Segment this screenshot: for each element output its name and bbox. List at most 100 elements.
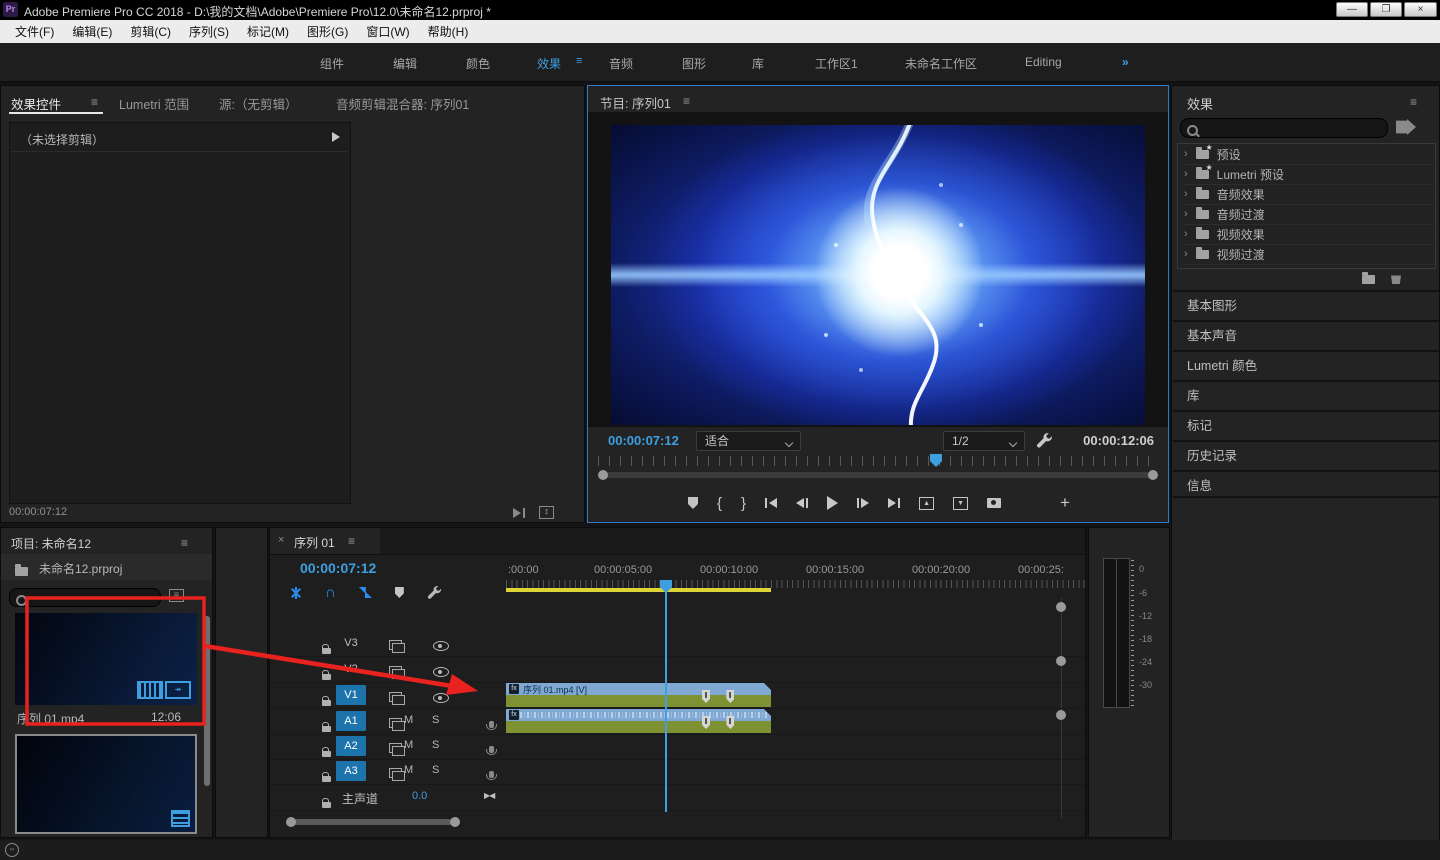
play-icon[interactable] (827, 496, 838, 510)
sync-lock-icon[interactable] (389, 718, 402, 728)
effect-controls-menu-icon[interactable]: ≡ (91, 95, 98, 109)
timeline-ruler[interactable]: :00:00 00:00:05:00 00:00:10:00 00:00:15:… (506, 558, 1085, 592)
track-label-a3[interactable]: A3 (336, 761, 366, 781)
menu-edit[interactable]: 编辑(E) (63, 23, 121, 40)
menu-graphics[interactable]: 图形(G) (298, 23, 357, 40)
monitor-scrollbar[interactable] (604, 472, 1152, 478)
mute-button[interactable]: M (404, 739, 413, 751)
menu-clip[interactable]: 剪辑(C) (121, 23, 180, 40)
project-scrollbar[interactable] (204, 616, 210, 786)
panel-history[interactable]: 历史记录 (1173, 440, 1439, 468)
menu-help[interactable]: 帮助(H) (419, 23, 478, 40)
maximize-button[interactable]: ❐ (1370, 2, 1402, 17)
workspace-tab-effects[interactable]: 效果 (537, 55, 561, 72)
effects-folder-audio-transitions[interactable]: ›音频过渡 (1184, 204, 1434, 225)
lock-icon[interactable] (322, 648, 331, 654)
track-label-a2[interactable]: A2 (336, 736, 366, 756)
mark-in-icon[interactable]: { (717, 495, 722, 512)
voiceover-mic-icon[interactable] (489, 771, 494, 778)
hscroll-left-knob[interactable] (286, 817, 296, 827)
work-area-bar[interactable] (506, 588, 771, 592)
sync-lock-icon[interactable] (389, 768, 402, 778)
lock-icon[interactable] (322, 751, 331, 757)
effects-folder-video-transitions[interactable]: ›视频过渡 (1184, 244, 1434, 265)
solo-button[interactable]: S (432, 764, 439, 776)
nest-toggle-icon[interactable] (290, 587, 302, 599)
solo-button[interactable]: S (432, 739, 439, 751)
menu-marker[interactable]: 标记(M) (238, 23, 298, 40)
timeline-tab[interactable]: × 序列 01 ≡ (270, 528, 380, 554)
mute-button[interactable]: M (404, 764, 413, 776)
mute-button[interactable]: M (404, 714, 413, 726)
lift-icon[interactable]: ▲ (919, 497, 934, 510)
menu-window[interactable]: 窗口(W) (357, 23, 418, 40)
solo-button[interactable]: S (432, 714, 439, 726)
track-label-v1[interactable]: V1 (336, 685, 366, 705)
marker-icon[interactable] (688, 497, 698, 509)
effects-folder-audio-effects[interactable]: ›音频效果 (1184, 184, 1434, 205)
timeline-vscroll-knob[interactable] (1056, 602, 1066, 612)
toggle-track-output-icon[interactable] (433, 667, 449, 677)
step-forward-icon[interactable] (857, 498, 869, 508)
panel-lumetri-color[interactable]: Lumetri 颜色 (1173, 350, 1439, 378)
voiceover-mic-icon[interactable] (489, 746, 494, 753)
workspace-tab-editing[interactable]: 编辑 (393, 55, 417, 72)
new-bin-icon[interactable] (1362, 275, 1375, 284)
monitor-ruler-ticks[interactable] (598, 456, 1158, 466)
timeline-hscroll-bar[interactable] (292, 819, 452, 825)
export-frame-icon[interactable] (987, 498, 1001, 508)
track-label-a1[interactable]: A1 (336, 711, 366, 731)
timeline-playhead-line[interactable] (665, 592, 667, 812)
workspace-tab-effects-menu-icon[interactable]: ≡ (576, 55, 582, 67)
settings-wrench-icon[interactable] (1036, 432, 1053, 449)
scrollbar-right-knob[interactable] (1148, 470, 1158, 480)
timeline-vscroll-knob[interactable] (1056, 656, 1066, 666)
timeline-settings-icon[interactable] (427, 585, 442, 600)
workspace-tab-workspace1[interactable]: 工作区1 (815, 55, 858, 72)
snap-icon[interactable]: ∩ (325, 584, 336, 601)
linked-selection-icon[interactable] (359, 587, 372, 598)
project-item-thumbnail[interactable]: ↠ (15, 613, 197, 705)
workspace-tab-audio[interactable]: 音频 (609, 55, 633, 72)
effects-folder-presets[interactable]: ›预设 (1184, 144, 1434, 165)
sync-lock-icon[interactable] (389, 692, 402, 702)
lock-icon[interactable] (322, 776, 331, 782)
workspace-tab-graphics[interactable]: 图形 (682, 55, 706, 72)
panel-libraries[interactable]: 库 (1173, 380, 1439, 408)
mark-out-icon[interactable]: } (741, 495, 746, 512)
tab-source-monitor[interactable]: 源:（无剪辑） (219, 94, 297, 113)
sync-lock-icon[interactable] (389, 743, 402, 753)
panel-info[interactable]: 信息 (1173, 470, 1439, 498)
tab-audio-clip-mixer[interactable]: 音频剪辑混合器: 序列01 (336, 94, 469, 113)
effects-panel-menu-icon[interactable]: ≡ (1410, 95, 1417, 109)
creative-cloud-icon[interactable]: ∞ (5, 843, 19, 857)
panel-markers[interactable]: 标记 (1173, 410, 1439, 438)
close-button[interactable]: × (1404, 2, 1437, 17)
master-level-value[interactable]: 0.0 (412, 790, 427, 802)
track-label-v2[interactable]: V2 (336, 659, 366, 679)
project-sequence-thumbnail[interactable] (15, 734, 197, 834)
panel-essential-graphics[interactable]: 基本图形 (1173, 290, 1439, 318)
lock-icon[interactable] (322, 726, 331, 732)
sync-lock-icon[interactable] (389, 666, 402, 676)
play-in-to-out-icon[interactable] (513, 508, 525, 518)
step-back-icon[interactable] (796, 498, 808, 508)
timeline-tab-menu-icon[interactable]: ≡ (348, 534, 355, 548)
effects-search-input[interactable] (1203, 120, 1383, 136)
timeline-vscroll-knob[interactable] (1056, 710, 1066, 720)
menu-sequence[interactable]: 序列(S) (180, 23, 238, 40)
project-view-icon[interactable]: ≣ (169, 589, 184, 602)
twirl-right-icon[interactable] (332, 132, 340, 142)
playback-resolution-select[interactable]: 1/2 (943, 431, 1025, 451)
new-custom-bin-icon[interactable] (1396, 119, 1416, 135)
go-to-in-icon[interactable] (765, 498, 777, 508)
toggle-track-output-icon[interactable] (433, 693, 449, 703)
lock-icon[interactable] (322, 674, 331, 680)
workspace-tab-assembly[interactable]: 组件 (320, 55, 344, 72)
close-tab-icon[interactable]: × (278, 534, 284, 546)
project-search-box[interactable] (9, 588, 161, 607)
keyframe-nav-icon[interactable]: ▶◀ (484, 791, 494, 800)
go-to-out-icon[interactable] (888, 498, 900, 508)
tab-lumetri-scopes[interactable]: Lumetri 范围 (119, 94, 189, 113)
workspace-tab-libraries[interactable]: 库 (752, 55, 764, 72)
